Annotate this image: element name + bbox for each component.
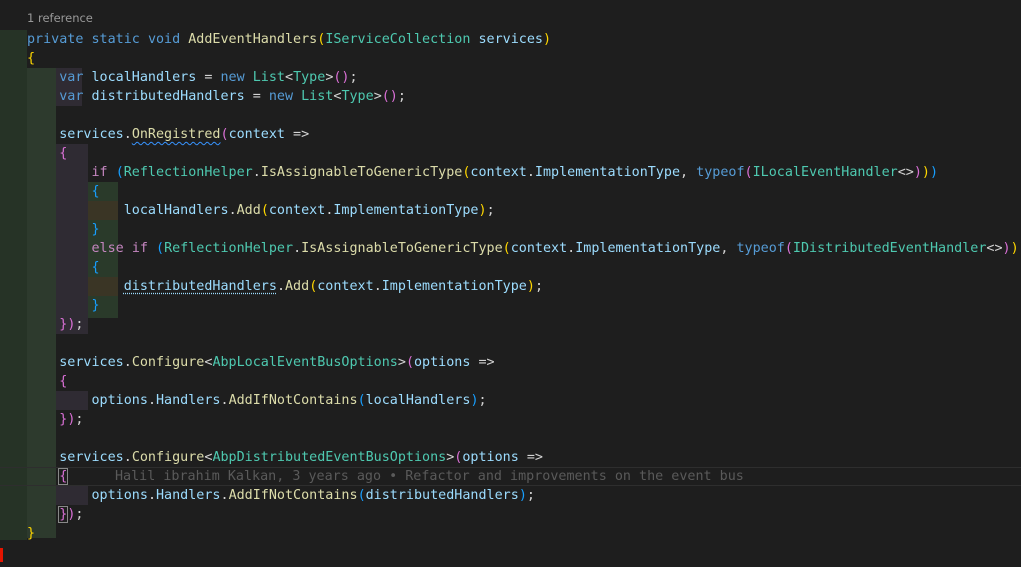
- code-line[interactable]: var distributedHandlers = new List<Type>…: [27, 87, 406, 106]
- code-line[interactable]: {: [27, 258, 100, 277]
- code-line[interactable]: services.Configure<AbpLocalEventBusOptio…: [27, 353, 494, 372]
- code-line[interactable]: private static void AddEventHandlers(ISe…: [27, 30, 551, 49]
- codelens-references[interactable]: 1 reference: [27, 11, 93, 25]
- code-editor[interactable]: 1 reference private static void AddEvent…: [0, 0, 1021, 567]
- git-blame-annotation: Halil ibrahim Kalkan, 3 years ago • Refa…: [115, 469, 744, 484]
- code-line[interactable]: }: [27, 296, 100, 315]
- code-line[interactable]: }: [27, 524, 35, 543]
- gutter-change-bar: [0, 30, 27, 540]
- code-line[interactable]: var localHandlers = new List<Type>();: [27, 68, 357, 87]
- code-line[interactable]: services.Configure<AbpDistributedEventBu…: [27, 448, 543, 467]
- code-line[interactable]: localHandlers.Add(context.Implementation…: [27, 201, 495, 220]
- code-line[interactable]: {: [27, 467, 69, 486]
- code-line[interactable]: services.OnRegistred(context =>: [27, 125, 309, 144]
- code-line[interactable]: {: [27, 182, 100, 201]
- code-line[interactable]: options.Handlers.AddIfNotContains(localH…: [27, 391, 487, 410]
- code-line[interactable]: {: [27, 49, 35, 68]
- code-line[interactable]: distributedHandlers.Add(context.Implemen…: [27, 277, 543, 296]
- code-line[interactable]: options.Handlers.AddIfNotContains(distri…: [27, 486, 535, 505]
- code-line[interactable]: {: [27, 144, 67, 163]
- code-line[interactable]: }: [27, 220, 100, 239]
- code-line[interactable]: else if (ReflectionHelper.IsAssignableTo…: [27, 239, 1021, 258]
- code-line[interactable]: {: [27, 372, 67, 391]
- code-line[interactable]: });: [27, 505, 83, 524]
- gutter-deletion-marker: [0, 548, 3, 562]
- code-line[interactable]: if (ReflectionHelper.IsAssignableToGener…: [27, 163, 939, 182]
- code-line[interactable]: });: [27, 315, 83, 334]
- code-line[interactable]: });: [27, 410, 83, 429]
